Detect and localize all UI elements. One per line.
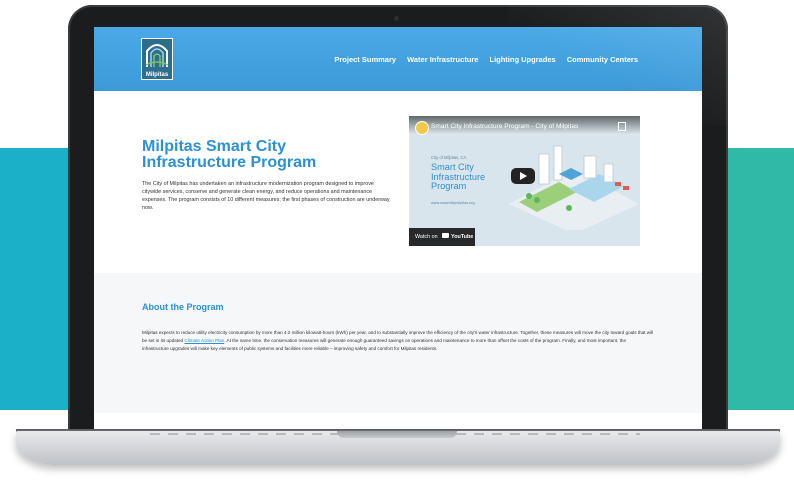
copy-link-icon[interactable] xyxy=(618,122,626,131)
play-button[interactable] xyxy=(511,168,535,184)
climate-action-plan-link[interactable]: Climate Action Plan xyxy=(184,338,224,343)
hero-description: The City of Milpitas has undertaken an i… xyxy=(142,181,390,211)
logo-emblem-icon xyxy=(145,44,169,67)
milpitas-logo[interactable]: Milpitas xyxy=(141,38,173,80)
nav-water-infrastructure[interactable]: Water Infrastructure xyxy=(407,55,478,64)
laptop-notch xyxy=(337,431,457,438)
hero-title: Milpitas Smart City Infrastructure Progr… xyxy=(142,138,317,171)
nav-lighting-upgrades[interactable]: Lighting Upgrades xyxy=(489,55,555,64)
laptop-screen: Milpitas Project Summary Water Infrastru… xyxy=(94,27,702,431)
nav-community-centers[interactable]: Community Centers xyxy=(567,55,638,64)
youtube-play-icon xyxy=(442,233,449,238)
video-small-label: City of Milpitas, CA xyxy=(431,155,467,160)
about-text: Milpitas expects to reduce utility elect… xyxy=(142,329,654,352)
about-section: About the Program Milpitas expects to re… xyxy=(94,273,702,413)
youtube-label: YouTube xyxy=(451,234,474,240)
watch-on-youtube-button[interactable]: Watch on YouTube xyxy=(409,228,475,246)
nav-project-summary[interactable]: Project Summary xyxy=(334,55,396,64)
video-embed[interactable]: Smart City Infrastructure Program - City… xyxy=(409,116,640,246)
channel-logo-icon[interactable] xyxy=(415,121,429,135)
camera-icon xyxy=(394,16,399,21)
watch-on-label: Watch on xyxy=(415,234,438,240)
laptop-bezel: Milpitas Project Summary Water Infrastru… xyxy=(68,5,728,431)
video-url: www.smartcitymilpitas.org xyxy=(431,201,475,205)
main-nav: Project Summary Water Infrastructure Lig… xyxy=(334,55,638,64)
video-title[interactable]: Smart City Infrastructure Program - City… xyxy=(431,123,578,130)
video-heading: Smart City Infrastructure Program xyxy=(431,162,486,192)
about-title: About the Program xyxy=(142,302,224,312)
logo-text: Milpitas xyxy=(145,72,169,78)
site-header: Milpitas Project Summary Water Infrastru… xyxy=(94,27,702,91)
